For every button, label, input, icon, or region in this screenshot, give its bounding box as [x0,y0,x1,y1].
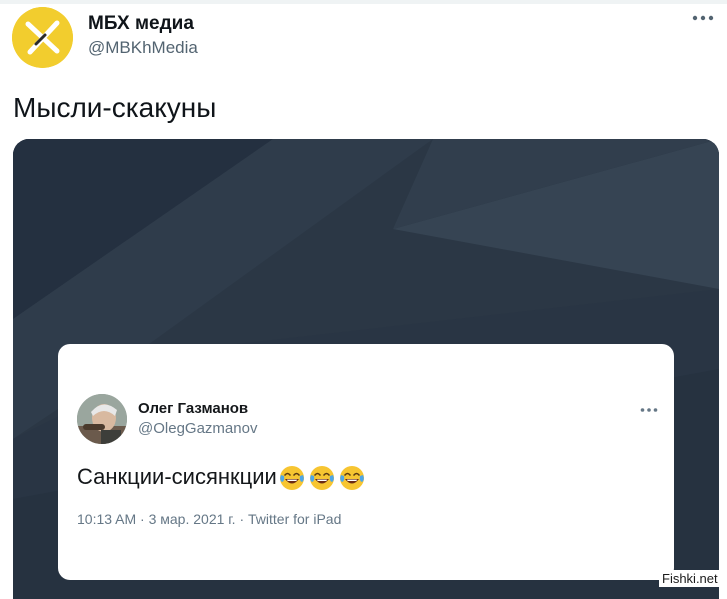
author-name[interactable]: МБХ медиа [88,13,194,35]
mbkh-logo-icon [12,7,73,68]
tweet-media-image[interactable]: Олег Газманов @OlegGazmanov Санкции-сися… [13,139,719,599]
embedded-author-avatar [77,394,127,444]
watermark: Fishki.net [659,570,721,587]
author-avatar[interactable] [12,7,73,68]
embedded-author-name: Олег Газманов [138,400,249,417]
embedded-tweet-meta: 10:13 AM · 3 мар. 2021 г. · Twitter for … [77,511,342,527]
author-handle[interactable]: @MBKhMedia [88,38,198,58]
emoji-row [278,464,366,492]
embedded-tweet-card: Олег Газманов @OlegGazmanov Санкции-сися… [58,344,674,580]
top-divider [0,0,727,4]
embedded-tweet-text-content: Санкции-сисянкции [77,464,277,489]
embedded-more-icon [640,408,658,412]
tears-of-joy-emoji [279,466,304,491]
embedded-author-handle: @OlegGazmanov [138,420,258,437]
embedded-tweet-text: Санкции-сисянкции [77,464,366,492]
tweet-text: Мысли-скакуны [13,92,217,123]
more-options-icon[interactable] [692,12,714,24]
person-photo-icon [77,394,127,444]
tears-of-joy-emoji [309,466,334,491]
tears-of-joy-emoji [339,466,364,491]
